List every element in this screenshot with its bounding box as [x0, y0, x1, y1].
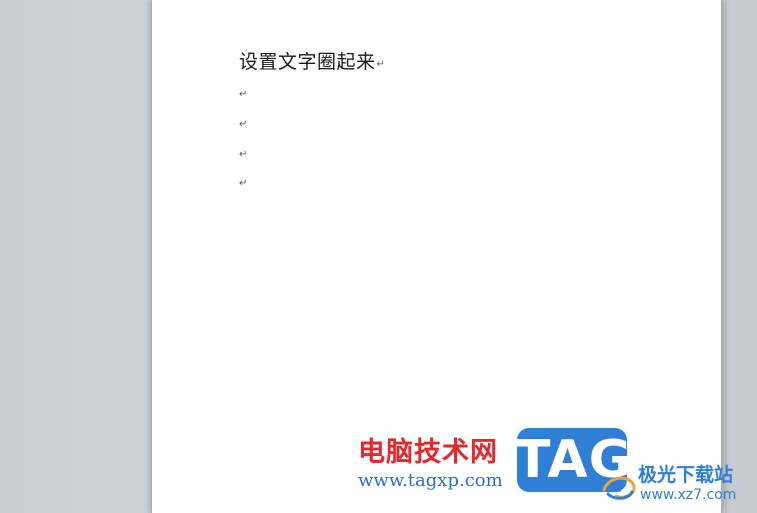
empty-paragraph[interactable]: ↵ — [239, 178, 247, 190]
watermark-site-url: www.tagxp.com — [358, 470, 503, 491]
watermark-partner-name: 极光下载站 — [638, 464, 734, 486]
document-title-text: 设置文字圈起来 — [239, 51, 376, 73]
empty-paragraph[interactable]: ↵ — [239, 119, 247, 131]
swirl-logo-icon — [602, 476, 636, 500]
empty-paragraph[interactable]: ↵ — [239, 89, 247, 101]
watermark-site-name: 电脑技术网 — [358, 437, 498, 468]
watermark-partner-url: www.xz7.com — [640, 487, 737, 503]
document-title-line[interactable]: 设置文字圈起来↵ — [239, 50, 385, 77]
paragraph-mark-icon: ↵ — [376, 59, 386, 70]
empty-paragraph[interactable]: ↵ — [239, 149, 247, 161]
